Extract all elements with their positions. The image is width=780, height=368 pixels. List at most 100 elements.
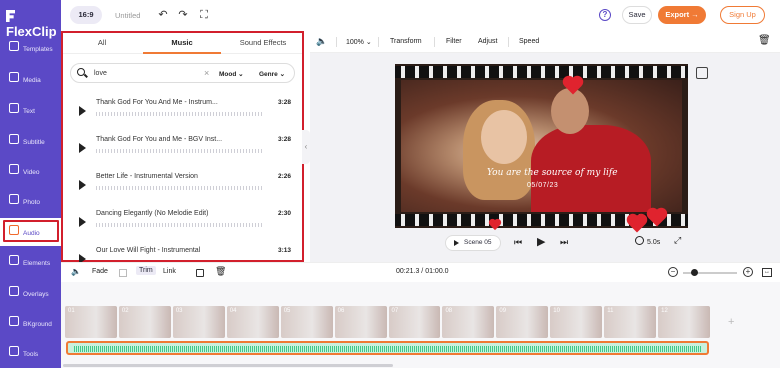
play-icon[interactable]: [79, 143, 86, 153]
help-icon[interactable]: ?: [599, 9, 611, 21]
clip[interactable]: 06: [334, 306, 387, 338]
sidebar-item-templates[interactable]: Templates: [0, 34, 61, 62]
search-bar: love × Mood ⌄ Genre ⌄: [70, 63, 295, 83]
list-item[interactable]: Better Life - Instrumental Version 2:26: [69, 169, 295, 205]
speed-button[interactable]: Speed: [519, 38, 539, 45]
fullscreen-icon[interactable]: ⛶: [198, 9, 210, 21]
edit-toolbar: 🔈 100% ⌄ Transform Filter Adjust Speed 🗑: [310, 31, 780, 53]
volume-icon[interactable]: 🔈: [71, 267, 81, 276]
duplicate-icon[interactable]: [696, 67, 708, 79]
overlay-date[interactable]: 05/07/23: [527, 182, 558, 189]
text-icon: [9, 103, 19, 113]
trash-icon[interactable]: 🗑: [215, 266, 226, 277]
list-item[interactable]: Thank God For You and Me - BGV Inst... 3…: [69, 132, 295, 168]
zoom-out-icon[interactable]: −: [668, 267, 678, 277]
play-icon[interactable]: [79, 254, 86, 262]
fade-button[interactable]: Fade: [92, 268, 108, 275]
fit-screen-icon[interactable]: ⤢: [674, 235, 681, 246]
timeline-scrollbar[interactable]: [63, 364, 393, 367]
sidebar-item-subtitle[interactable]: Subtitle: [0, 127, 61, 155]
save-button[interactable]: Save: [622, 6, 652, 24]
list-item[interactable]: Dancing Elegantly (No Melodie Edit) 2:30: [69, 206, 295, 242]
transform-button[interactable]: Transform: [390, 38, 422, 45]
collapse-panel-handle[interactable]: ‹: [302, 130, 310, 164]
audio-tabs: All Music Sound Effects: [63, 33, 302, 54]
clip[interactable]: 12: [658, 306, 711, 338]
add-clip-icon[interactable]: +: [728, 316, 734, 328]
fit-timeline-icon[interactable]: ↔: [762, 268, 772, 277]
timeline: 01 02 03 04 05 06 07 08 09 10 11 12 +: [61, 282, 780, 368]
zoom-in-icon[interactable]: +: [743, 267, 753, 277]
zoom-slider[interactable]: [683, 269, 737, 276]
divider: [378, 37, 379, 47]
tab-music[interactable]: Music: [143, 33, 221, 54]
video-preview[interactable]: You are the source of my life 05/07/23: [395, 64, 688, 233]
link-button[interactable]: Link: [163, 268, 176, 275]
track-duration: 2:30: [277, 210, 291, 217]
scene-duration[interactable]: 5.0s: [635, 236, 660, 246]
filter-button[interactable]: Filter: [446, 38, 462, 45]
play-icon[interactable]: [79, 180, 86, 190]
list-item[interactable]: Thank God For You And Me - Instrum... 3:…: [69, 95, 295, 131]
next-icon[interactable]: ⏭: [560, 237, 568, 248]
volume-icon[interactable]: 🔈: [316, 36, 327, 47]
elements-icon: [9, 255, 19, 265]
play-icon[interactable]: ▶: [537, 235, 545, 248]
tab-all[interactable]: All: [63, 33, 141, 54]
trim-button[interactable]: Trim: [136, 266, 156, 275]
clip[interactable]: 02: [118, 306, 171, 338]
topbar: 16:9 Untitled ↶ ↷ ⛶ ? Save Export → Sign…: [61, 0, 780, 31]
aspect-ratio-button[interactable]: 16:9: [70, 6, 102, 24]
audio-track[interactable]: [66, 341, 709, 355]
clip[interactable]: 09: [496, 306, 549, 338]
clip[interactable]: 11: [604, 306, 657, 338]
export-button[interactable]: Export →: [658, 6, 706, 24]
mood-dropdown[interactable]: Mood ⌄: [219, 70, 244, 78]
adjust-button[interactable]: Adjust: [478, 38, 497, 45]
copy-icon[interactable]: [196, 269, 204, 277]
clip[interactable]: 10: [550, 306, 603, 338]
sidebar-item-text[interactable]: Text: [0, 96, 61, 124]
sidebar-item-media[interactable]: Media: [0, 65, 61, 93]
sidebar-item-photo[interactable]: Photo: [0, 187, 61, 215]
play-icon[interactable]: [79, 106, 86, 116]
trash-icon[interactable]: 🗑: [758, 35, 771, 46]
sidebar-item-video[interactable]: Video: [0, 157, 61, 185]
project-name[interactable]: Untitled: [115, 11, 140, 20]
clip[interactable]: 07: [388, 306, 441, 338]
clip[interactable]: 01: [65, 306, 117, 338]
tab-sound-effects[interactable]: Sound Effects: [223, 33, 303, 54]
redo-icon[interactable]: ↷: [177, 9, 189, 21]
undo-icon[interactable]: ↶: [157, 9, 169, 21]
sidebar-item-elements[interactable]: Elements: [0, 248, 61, 276]
track-duration: 3:28: [277, 136, 291, 143]
clear-search-icon[interactable]: ×: [204, 68, 209, 78]
subtitle-icon: [9, 134, 19, 144]
flexclip-logo-icon: [6, 10, 15, 22]
genre-dropdown[interactable]: Genre ⌄: [259, 70, 285, 78]
time-readout: 00:21.3 / 01:00.0: [396, 268, 449, 275]
woman-face: [481, 110, 527, 164]
man-face: [551, 88, 589, 134]
previous-icon[interactable]: ⏮: [514, 237, 522, 248]
clip[interactable]: 04: [226, 306, 279, 338]
clip[interactable]: 08: [442, 306, 495, 338]
overlay-caption[interactable]: You are the source of my life: [487, 168, 618, 178]
sidebar-item-tools[interactable]: Tools: [0, 339, 61, 367]
clip[interactable]: 05: [280, 306, 333, 338]
sidebar-item-overlays[interactable]: Overlays: [0, 279, 61, 307]
split-icon[interactable]: [119, 269, 127, 277]
sidebar-item-bkground[interactable]: BKground: [0, 309, 61, 337]
list-item[interactable]: Our Love Will Fight - Instrumental 3:13: [69, 243, 295, 262]
divider: [434, 37, 435, 47]
clip[interactable]: 03: [172, 306, 225, 338]
zoom-dropdown[interactable]: 100% ⌄: [346, 38, 372, 46]
track-duration: 3:28: [277, 99, 291, 106]
track-duration: 2:26: [277, 173, 291, 180]
search-input[interactable]: love: [94, 70, 107, 77]
play-icon[interactable]: [79, 217, 86, 227]
scene-play-button[interactable]: Scene 05: [445, 235, 501, 251]
divider: [336, 37, 337, 47]
heart-icon: [628, 215, 646, 233]
signup-button[interactable]: Sign Up: [720, 6, 765, 24]
